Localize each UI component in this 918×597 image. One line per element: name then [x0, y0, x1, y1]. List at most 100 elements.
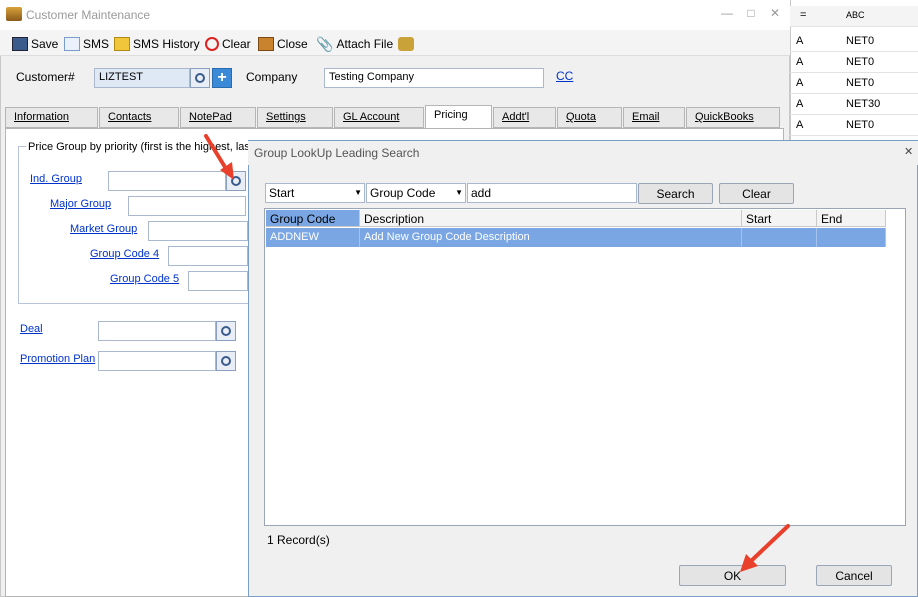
table-cell: NET0 — [846, 56, 875, 68]
close-window-icon[interactable]: ✕ — [766, 6, 784, 22]
row-end[interactable] — [817, 228, 886, 247]
record-count: 1 Record(s) — [267, 533, 330, 547]
no-entry-icon — [205, 37, 219, 51]
tools-button[interactable] — [398, 35, 414, 53]
group-code-5-link[interactable]: Group Code 5 — [110, 273, 179, 285]
group-code-5-field[interactable] — [188, 271, 248, 291]
table-row[interactable]: A NET0 — [790, 73, 918, 94]
save-button[interactable]: Save — [12, 35, 58, 53]
column-header-start[interactable]: Start — [742, 210, 817, 227]
table-cell: A — [796, 119, 804, 131]
tab-quickbooks-label: QuickBooks — [695, 111, 754, 123]
column-header-end[interactable]: End — [817, 210, 886, 227]
search-field-select[interactable]: Group Code ▼ — [366, 183, 466, 203]
match-mode-value: Start — [269, 186, 295, 200]
deal-field[interactable] — [98, 321, 216, 341]
table-row[interactable]: A NET0 — [790, 31, 918, 52]
tab-quota-label: Quota — [566, 111, 596, 123]
minimize-icon[interactable]: — — [718, 6, 736, 22]
tab-email-label: Email — [632, 111, 660, 123]
magnifier-icon — [221, 356, 231, 366]
exit-door-icon — [258, 37, 274, 51]
row-description[interactable]: Add New Group Code Description — [360, 228, 742, 247]
column-header-group-code[interactable]: Group Code — [266, 210, 360, 227]
row-group-code[interactable]: ADDNEW — [266, 228, 360, 247]
group-code-4-link[interactable]: Group Code 4 — [90, 248, 159, 260]
tab-notepad[interactable]: NotePad — [180, 107, 256, 128]
clear-button[interactable]: Clear — [205, 35, 251, 53]
tab-quota[interactable]: Quota — [557, 107, 622, 128]
attach-file-button[interactable]: 📎 Attach File — [316, 35, 393, 53]
maximize-icon[interactable]: □ — [742, 6, 760, 22]
envelope-yellow-icon — [114, 37, 130, 51]
envelope-icon — [64, 37, 80, 51]
clear-search-button[interactable]: Clear — [719, 183, 794, 204]
major-group-link[interactable]: Major Group — [50, 198, 111, 210]
tab-information[interactable]: Information — [5, 107, 98, 128]
market-group-field[interactable] — [148, 221, 248, 241]
magnifier-icon — [221, 326, 231, 336]
customer-number-field[interactable]: LIZTEST — [94, 68, 190, 88]
customer-number-label: Customer# — [16, 70, 75, 84]
ind-group-link[interactable]: Ind. Group — [30, 173, 82, 185]
column-header-description[interactable]: Description — [360, 210, 742, 227]
group-code-4-field[interactable] — [168, 246, 248, 266]
results-grid — [264, 208, 906, 526]
tab-gl-account[interactable]: GL Account — [334, 107, 424, 128]
background-grid-header-1: = — [800, 9, 807, 21]
market-group-link[interactable]: Market Group — [70, 223, 137, 235]
tab-pricing[interactable]: Pricing — [425, 105, 492, 128]
deal-search-button[interactable] — [216, 321, 236, 341]
attach-file-label: Attach File — [336, 37, 394, 51]
tab-addtl[interactable]: Addt'l — [493, 107, 556, 128]
tab-notepad-label: NotePad — [189, 111, 232, 123]
floppy-disk-icon — [12, 37, 28, 51]
dialog-title-bar: Group LookUp Leading Search ✕ — [248, 141, 918, 165]
sms-button[interactable]: SMS — [64, 35, 109, 53]
clear-label: Clear — [222, 37, 251, 51]
table-row[interactable]: A NET0 — [790, 115, 918, 136]
table-row[interactable]: A NET30 — [790, 94, 918, 115]
tab-quickbooks[interactable]: QuickBooks — [686, 107, 780, 128]
cancel-button[interactable]: Cancel — [816, 565, 892, 586]
tab-settings-label: Settings — [266, 111, 306, 123]
cc-link[interactable]: CC — [556, 69, 573, 83]
deal-link[interactable]: Deal — [20, 323, 43, 335]
tab-contacts-label: Contacts — [108, 111, 152, 123]
table-cell: NET30 — [846, 98, 881, 110]
table-cell: NET0 — [846, 77, 875, 89]
add-customer-button[interactable]: + — [212, 68, 232, 88]
chevron-down-icon: ▼ — [455, 188, 463, 197]
dialog-close-icon[interactable]: ✕ — [904, 145, 913, 158]
row-start[interactable] — [742, 228, 817, 247]
tab-contacts[interactable]: Contacts — [99, 107, 179, 128]
search-input[interactable]: add — [467, 183, 637, 203]
company-field[interactable]: Testing Company — [324, 68, 544, 88]
sms-history-label: SMS History — [133, 37, 200, 51]
tab-settings[interactable]: Settings — [257, 107, 333, 128]
promotion-plan-field[interactable] — [98, 351, 216, 371]
paperclip-icon: 📎 — [316, 35, 334, 52]
sms-history-button[interactable]: SMS History — [114, 35, 200, 53]
table-cell: NET0 — [846, 35, 875, 47]
tab-addtl-label: Addt'l — [502, 111, 530, 123]
dialog-title: Group LookUp Leading Search — [254, 146, 420, 160]
plus-icon: + — [217, 69, 227, 86]
match-mode-select[interactable]: Start ▼ — [265, 183, 365, 203]
table-cell: A — [796, 77, 804, 89]
background-grid-header: = ABC — [790, 6, 918, 27]
tab-gl-account-label: GL Account — [343, 111, 400, 123]
close-button[interactable]: Close — [258, 35, 308, 53]
promotion-plan-link[interactable]: Promotion Plan — [20, 353, 95, 365]
table-row[interactable]: A NET0 — [790, 52, 918, 73]
save-label: Save — [31, 37, 59, 51]
background-grid-header-2: ABC — [846, 10, 865, 20]
tab-email[interactable]: Email — [623, 107, 685, 128]
major-group-field[interactable] — [128, 196, 246, 216]
promotion-plan-search-button[interactable] — [216, 351, 236, 371]
search-button[interactable]: Search — [638, 183, 713, 204]
annotation-arrow-icon — [204, 134, 234, 180]
customer-search-button[interactable] — [190, 68, 210, 88]
table-cell: A — [796, 98, 804, 110]
close-label: Close — [277, 37, 308, 51]
